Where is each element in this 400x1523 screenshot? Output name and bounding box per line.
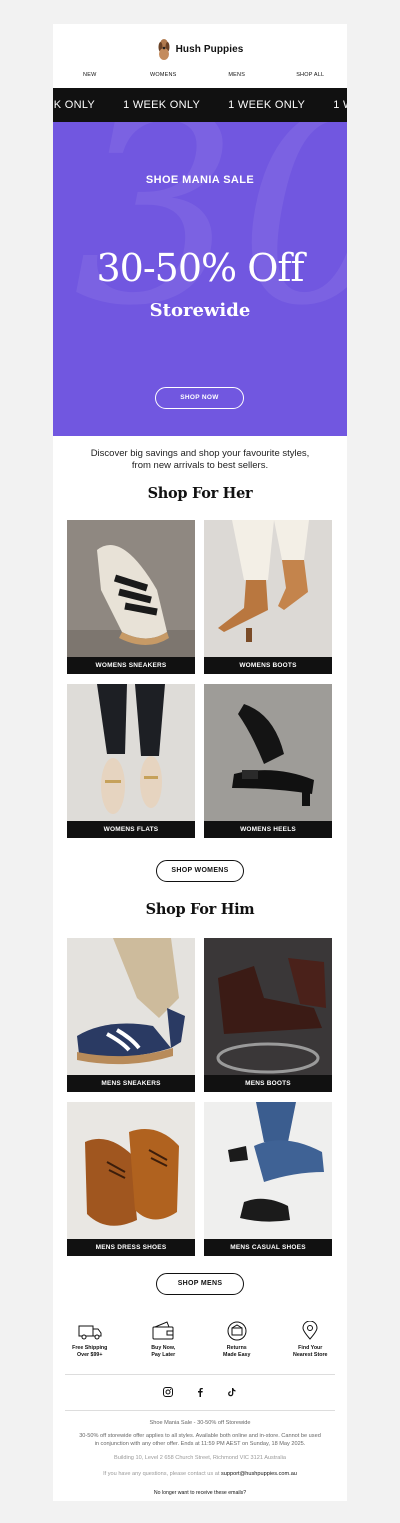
feature-buy-now-pay-later[interactable]: Buy Now, Pay Later: [127, 1321, 201, 1367]
nav-new[interactable]: NEW: [53, 68, 127, 82]
location-pin-icon: [302, 1321, 318, 1340]
tile-label: WOMENS FLATS: [67, 821, 195, 838]
shop-womens-button[interactable]: SHOP WOMENS: [156, 860, 244, 882]
tiktok-icon[interactable]: [226, 1386, 238, 1398]
mens-boots-image: [204, 938, 332, 1092]
shop-now-button[interactable]: SHOP NOW: [155, 387, 244, 409]
footer-contact: If you have any questions, please contac…: [63, 1471, 337, 1479]
tile-label: WOMENS BOOTS: [204, 657, 332, 674]
mens-dress-shoes-image: [67, 1102, 195, 1256]
feature-returns[interactable]: Returns Made Easy: [200, 1321, 274, 1367]
ticker-text: 1 WEEK ONLY: [123, 99, 201, 111]
tile-label: MENS BOOTS: [204, 1075, 332, 1092]
feature-label: Free Shipping: [72, 1345, 108, 1351]
feature-label: Find Your: [298, 1345, 323, 1351]
footer-contact-text: If you have any questions, please contac…: [103, 1471, 220, 1477]
intro-line: from new arrivals to best sellers.: [131, 460, 269, 471]
feature-label: Pay Later: [151, 1352, 176, 1358]
support-email-link[interactable]: support@hushpuppies.com.au: [221, 1471, 297, 1477]
divider: [65, 1374, 335, 1375]
womens-boots-image: [204, 520, 332, 674]
brand-name: Hush Puppies: [175, 43, 244, 55]
tile-label: WOMENS SNEAKERS: [67, 657, 195, 674]
unsubscribe-link[interactable]: No longer want to receive these emails?: [63, 1490, 337, 1498]
brand-logo[interactable]: Hush Puppies: [53, 36, 347, 62]
section-title-her: Shop For Her: [147, 485, 253, 502]
ticker-text: 1 WEEK ONLY: [228, 99, 306, 111]
feature-label: Over $99+: [77, 1352, 103, 1358]
nav-womens[interactable]: WOMENS: [127, 68, 201, 82]
tile-label: MENS SNEAKERS: [67, 1075, 195, 1092]
hero-title: 30-50% Off: [96, 246, 304, 290]
womens-heels-image: [204, 684, 332, 838]
tile-womens-sneakers[interactable]: WOMENS SNEAKERS: [67, 520, 195, 674]
mens-sneakers-image: [67, 938, 195, 1092]
womens-sneakers-image: [67, 520, 195, 674]
basset-hound-logo-icon: [158, 39, 170, 60]
tile-label: MENS CASUAL SHOES: [204, 1239, 332, 1256]
tile-womens-flats[interactable]: WOMENS FLATS: [67, 684, 195, 838]
social-links: [53, 1386, 347, 1398]
ticker-text: 1 WEEK ONLY: [333, 99, 347, 111]
tile-mens-dress-shoes[interactable]: MENS DRESS SHOES: [67, 1102, 195, 1256]
tile-label: WOMENS HEELS: [204, 821, 332, 838]
footer-terms-line: 30-50% off storewide offer applies to al…: [79, 1433, 321, 1439]
promo-ticker: 1 WEEK ONLY 1 WEEK ONLY 1 WEEK ONLY 1 WE…: [53, 88, 347, 122]
feature-label: Buy Now,: [151, 1345, 176, 1351]
tile-label: MENS DRESS SHOES: [67, 1239, 195, 1256]
feature-label: Made Easy: [223, 1352, 251, 1358]
top-nav: NEW WOMENS MENS SHOP ALL: [53, 68, 347, 82]
hero-eyebrow: SHOE MANIA SALE: [145, 174, 255, 186]
hero-banner[interactable]: 30 SHOE MANIA SALE 30-50% Off Storewide …: [53, 122, 347, 436]
feature-label: Nearest Store: [293, 1352, 328, 1358]
email-container: Hush Puppies NEW WOMENS MENS SHOP ALL 1 …: [53, 24, 347, 1501]
tile-mens-casual-shoes[interactable]: MENS CASUAL SHOES: [204, 1102, 332, 1256]
footer-terms: 30-50% off storewide offer applies to al…: [63, 1433, 337, 1448]
instagram-icon[interactable]: [162, 1386, 174, 1398]
feature-bar: Free Shipping Over $99+ Buy Now, Pay Lat…: [53, 1321, 347, 1367]
footer-headline: Shoe Mania Sale - 30-50% off Storewide: [149, 1420, 251, 1426]
tile-mens-boots[interactable]: MENS BOOTS: [204, 938, 332, 1092]
feature-find-store[interactable]: Find Your Nearest Store: [274, 1321, 348, 1367]
wallet-icon: [152, 1321, 174, 1340]
section-title-him: Shop For Him: [145, 901, 255, 918]
nav-mens[interactable]: MENS: [200, 68, 274, 82]
intro-text: Discover big savings and shop your favou…: [73, 448, 327, 472]
ticker-text: 1 WEEK ONLY: [53, 99, 96, 111]
womens-flats-image: [67, 684, 195, 838]
feature-free-shipping[interactable]: Free Shipping Over $99+: [53, 1321, 127, 1367]
shop-mens-button[interactable]: SHOP MENS: [156, 1273, 244, 1295]
truck-icon: [78, 1325, 102, 1340]
footer-address: Building 10, Level 2 658 Church Street, …: [114, 1455, 286, 1461]
nav-shop-all[interactable]: SHOP ALL: [274, 68, 348, 82]
tile-womens-heels[interactable]: WOMENS HEELS: [204, 684, 332, 838]
tile-womens-boots[interactable]: WOMENS BOOTS: [204, 520, 332, 674]
feature-label: Returns: [226, 1345, 247, 1351]
hero-subtitle: Storewide: [149, 300, 251, 321]
footer-terms-line: in conjunction with any other offer. End…: [94, 1440, 306, 1447]
mens-casual-shoes-image: [204, 1102, 332, 1256]
tile-mens-sneakers[interactable]: MENS SNEAKERS: [67, 938, 195, 1092]
facebook-icon[interactable]: [194, 1386, 206, 1398]
divider: [65, 1410, 335, 1411]
return-box-icon: [227, 1321, 247, 1341]
intro-line: Discover big savings and shop your favou…: [90, 448, 310, 459]
